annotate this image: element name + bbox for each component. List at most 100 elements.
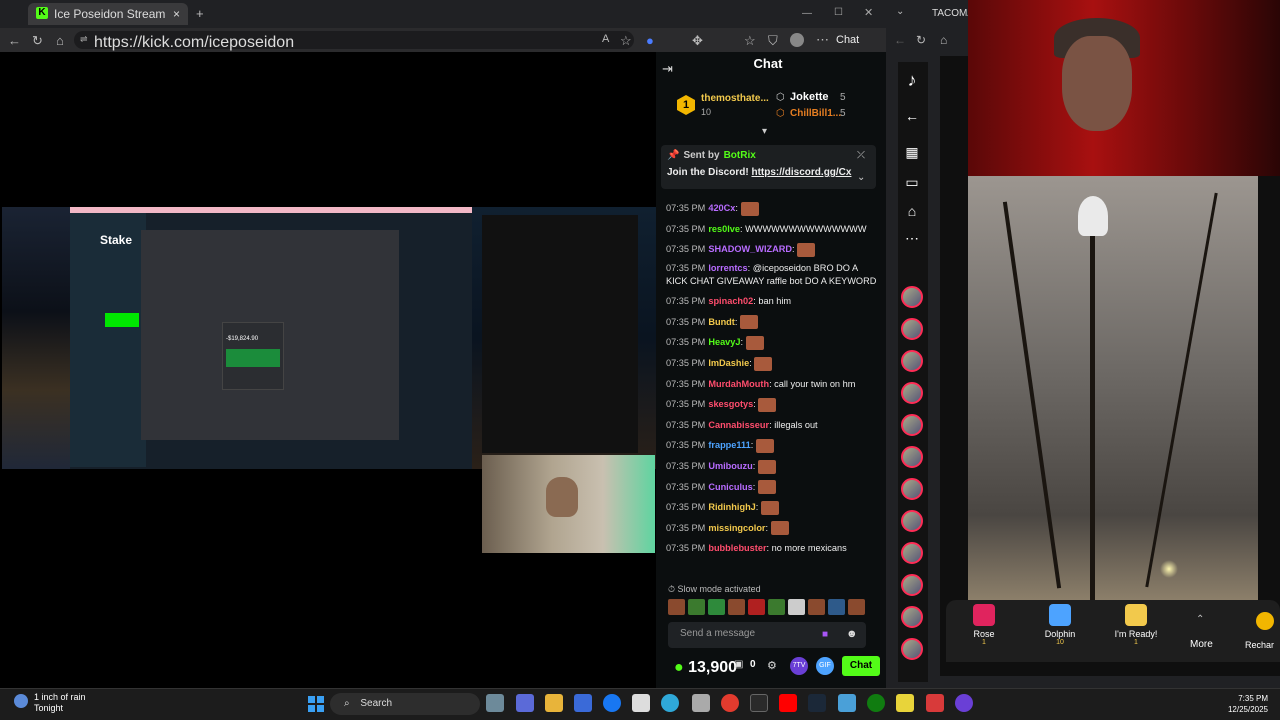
url-field[interactable]: ⇌ https://kick.com/iceposeidon bbox=[74, 31, 634, 51]
live-following-avatar[interactable] bbox=[901, 286, 923, 308]
live-following-avatar[interactable] bbox=[901, 382, 923, 404]
refresh-icon[interactable]: ↻ bbox=[32, 33, 43, 49]
extension-icon[interactable]: ● bbox=[646, 33, 654, 48]
emote-6[interactable] bbox=[768, 599, 785, 615]
xbox-icon[interactable] bbox=[867, 694, 885, 712]
close-window-icon[interactable]: ✕ bbox=[864, 6, 873, 19]
calculator-icon[interactable] bbox=[692, 694, 710, 712]
message-username[interactable]: Bundt bbox=[708, 317, 735, 327]
youtube-icon[interactable] bbox=[779, 694, 797, 712]
copilot-icon[interactable] bbox=[516, 694, 534, 712]
emote-8[interactable] bbox=[808, 599, 825, 615]
back-arrow-icon[interactable]: ← bbox=[903, 108, 921, 124]
copilot-chat-button[interactable]: Chat bbox=[836, 34, 859, 46]
send-chat-button[interactable]: Chat bbox=[842, 656, 880, 676]
emoji-icon[interactable]: ☻ bbox=[846, 628, 858, 640]
unpin-icon[interactable]: ⤫ bbox=[857, 150, 865, 161]
store-icon[interactable] bbox=[574, 694, 592, 712]
live-following-avatar[interactable] bbox=[901, 446, 923, 468]
more-gifts-button[interactable]: More bbox=[1190, 639, 1213, 650]
file-explorer-icon[interactable] bbox=[545, 694, 563, 712]
gifter-1-name[interactable]: themosthate... bbox=[701, 93, 769, 104]
weather-widget[interactable]: 1 inch of rain Tonight bbox=[34, 692, 86, 714]
message-username[interactable]: frappe111 bbox=[708, 440, 750, 450]
live-following-avatar[interactable] bbox=[901, 318, 923, 340]
emote-2[interactable] bbox=[688, 599, 705, 615]
gif-button[interactable]: GIF bbox=[816, 657, 834, 675]
channel-points[interactable]: ● 13,900 bbox=[674, 659, 737, 677]
windows-start-icon[interactable] bbox=[308, 696, 324, 712]
live-following-avatar[interactable] bbox=[901, 478, 923, 500]
emote-3[interactable] bbox=[708, 599, 725, 615]
chrome-icon[interactable] bbox=[721, 694, 739, 712]
live-following-avatar[interactable] bbox=[901, 638, 923, 660]
app-icon[interactable] bbox=[750, 694, 768, 712]
facebook-icon[interactable] bbox=[603, 694, 621, 712]
site-info-icon[interactable]: ⇌ bbox=[80, 34, 88, 45]
steam-icon[interactable] bbox=[808, 694, 826, 712]
new-tab-button[interactable]: + bbox=[196, 6, 204, 21]
home-tiktok-icon[interactable]: ⌂ bbox=[903, 203, 921, 219]
back-icon[interactable]: ← bbox=[8, 33, 21, 48]
gifter-2-name[interactable]: Jokette bbox=[790, 91, 829, 103]
live-following-avatar[interactable] bbox=[901, 510, 923, 532]
notes-icon[interactable] bbox=[896, 694, 914, 712]
collections-icon[interactable]: ☆ bbox=[744, 33, 756, 49]
home-icon[interactable]: ⌂ bbox=[56, 33, 64, 48]
read-aloud-icon[interactable]: A bbox=[602, 33, 609, 45]
gift-rose[interactable]: Rose 1 bbox=[956, 604, 1012, 646]
shield-icon[interactable]: ⛉ bbox=[768, 33, 778, 49]
message-username[interactable]: HeavyJ bbox=[708, 337, 740, 347]
gifter-3-name[interactable]: ChillBill1... bbox=[790, 108, 841, 119]
message-username[interactable]: bubblebuster bbox=[708, 543, 766, 553]
calendar-icon[interactable]: ▦ bbox=[903, 144, 921, 161]
emote-5[interactable] bbox=[748, 599, 765, 615]
emote-7[interactable] bbox=[788, 599, 805, 615]
emote-picker-icon[interactable]: ■ bbox=[822, 629, 828, 640]
live-following-avatar[interactable] bbox=[901, 574, 923, 596]
message-username[interactable]: skesgotys bbox=[708, 399, 753, 409]
profile-avatar[interactable] bbox=[790, 33, 804, 47]
obs-icon[interactable] bbox=[955, 694, 973, 712]
chat-input[interactable]: Send a message bbox=[668, 622, 866, 648]
expand-gifters-icon[interactable]: ▾ bbox=[762, 126, 767, 137]
message-username[interactable]: lorrentcs bbox=[708, 263, 747, 273]
weather-icon[interactable] bbox=[14, 694, 28, 708]
video-icon[interactable]: ▭ bbox=[903, 174, 921, 191]
pinned-link[interactable]: https://discord.gg/Cx bbox=[751, 167, 851, 178]
message-username[interactable]: res0lve bbox=[708, 224, 740, 234]
maximize-icon[interactable]: ☐ bbox=[834, 7, 843, 18]
message-username[interactable]: Cuniculus bbox=[708, 482, 752, 492]
emote-4[interactable] bbox=[728, 599, 745, 615]
message-username[interactable]: missingcolor bbox=[708, 523, 765, 533]
tab-close-button[interactable]: × bbox=[173, 7, 180, 25]
refresh-icon-2[interactable]: ↻ bbox=[916, 33, 926, 47]
minimize-icon[interactable]: — bbox=[802, 8, 812, 19]
live-following-avatar[interactable] bbox=[901, 606, 923, 628]
tab-kick-stream[interactable]: K Ice Poseidon Stream - Watch × bbox=[28, 3, 188, 25]
favorite-star-icon[interactable]: ☆ bbox=[620, 33, 632, 49]
sender-name[interactable]: BotRix bbox=[724, 150, 756, 161]
emote-quickbar[interactable] bbox=[668, 599, 868, 615]
live-following-avatar[interactable] bbox=[901, 350, 923, 372]
more-menu-icon[interactable]: ⋯ bbox=[816, 32, 829, 48]
7tv-button[interactable]: 7TV bbox=[790, 657, 808, 675]
message-username[interactable]: spinach02 bbox=[708, 296, 753, 306]
more-dots-icon[interactable]: ⋯ bbox=[903, 230, 921, 247]
gift-dolphin[interactable]: Dolphin 10 bbox=[1032, 604, 1088, 646]
chevron-up-icon[interactable]: ⌃ bbox=[1196, 614, 1204, 625]
message-username[interactable]: MurdahMouth bbox=[708, 379, 769, 389]
gift-icon[interactable]: ▣ bbox=[734, 659, 743, 670]
message-username[interactable]: SHADOW_WIZARD bbox=[708, 244, 792, 254]
emote-9[interactable] bbox=[828, 599, 845, 615]
message-username[interactable]: Cannabisseur bbox=[708, 420, 769, 430]
message-username[interactable]: Umibouzu bbox=[708, 461, 752, 471]
system-clock[interactable]: 7:35 PM 12/25/2025 bbox=[1210, 693, 1268, 715]
task-view-icon[interactable] bbox=[486, 694, 504, 712]
gift-im-ready[interactable]: I'm Ready! 1 bbox=[1108, 604, 1164, 646]
live-following-avatar[interactable] bbox=[901, 414, 923, 436]
message-username[interactable]: ImDashie bbox=[708, 358, 749, 368]
edge-icon[interactable] bbox=[661, 694, 679, 712]
settings-app-icon[interactable] bbox=[838, 694, 856, 712]
recharge-button[interactable]: Rechar bbox=[1245, 640, 1274, 650]
